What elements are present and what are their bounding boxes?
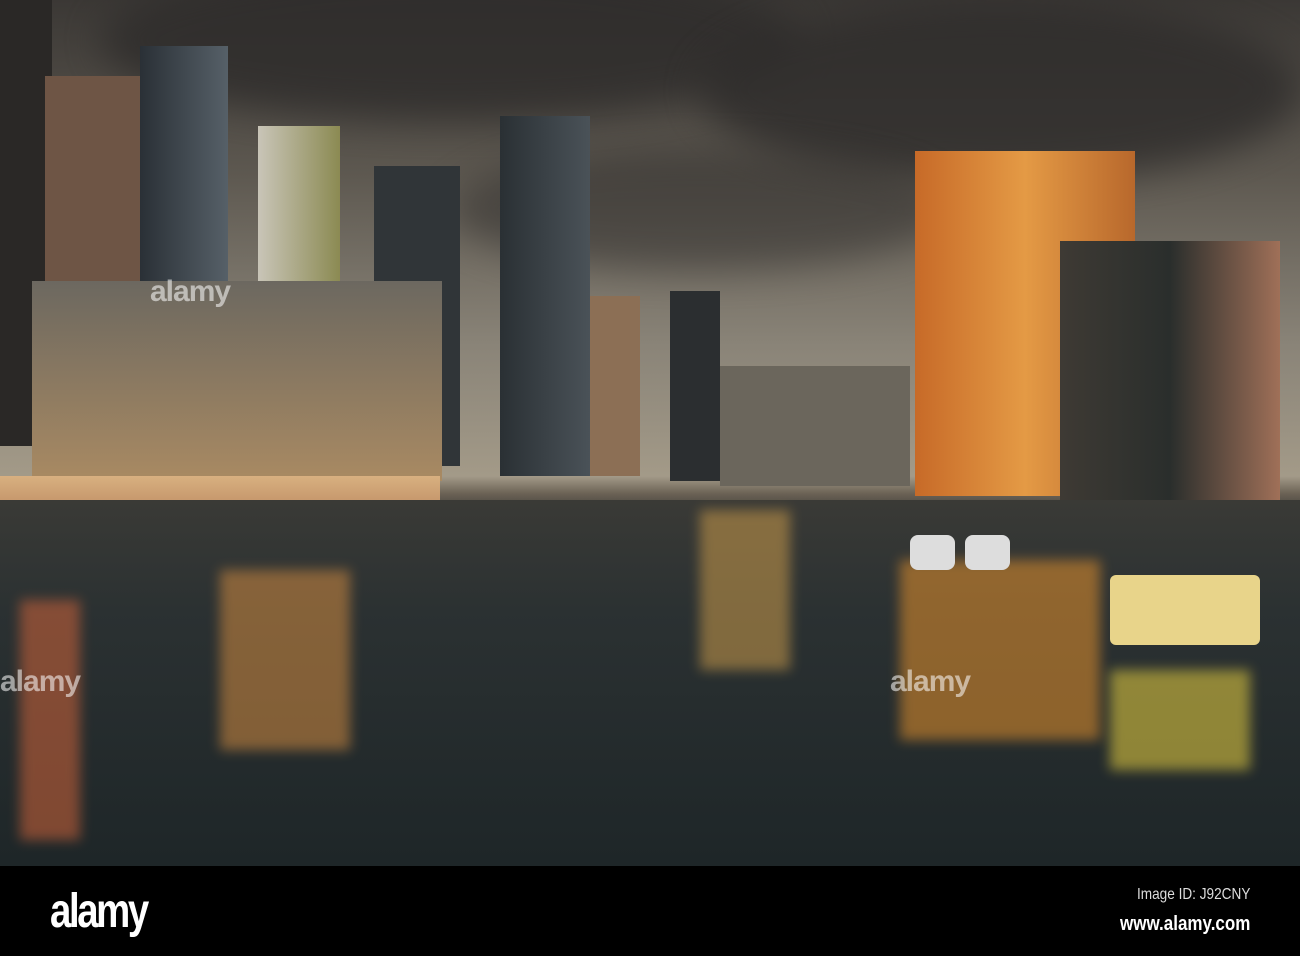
low-building [32,281,442,481]
tower [1060,241,1280,531]
tower [670,291,720,481]
yacht [1110,575,1260,645]
tower [590,296,640,476]
yacht [910,535,955,570]
site-url: www.alamy.com [1119,913,1250,935]
tower [500,116,590,476]
tower [720,366,910,486]
alamy-logo: alamy [50,885,149,938]
alamy-watermark: alamy [890,665,971,698]
watermark-bar: alamy Image ID: J92CNY www.alamy.com [0,866,1300,956]
yacht [965,535,1010,570]
dubai-marina-photo: alamy alamy alamy [0,0,1300,866]
marina-water [0,500,1300,866]
image-id: Image ID: J92CNY [1136,886,1250,903]
alamy-watermark: alamy [150,275,231,308]
alamy-watermark: alamy [0,665,81,698]
